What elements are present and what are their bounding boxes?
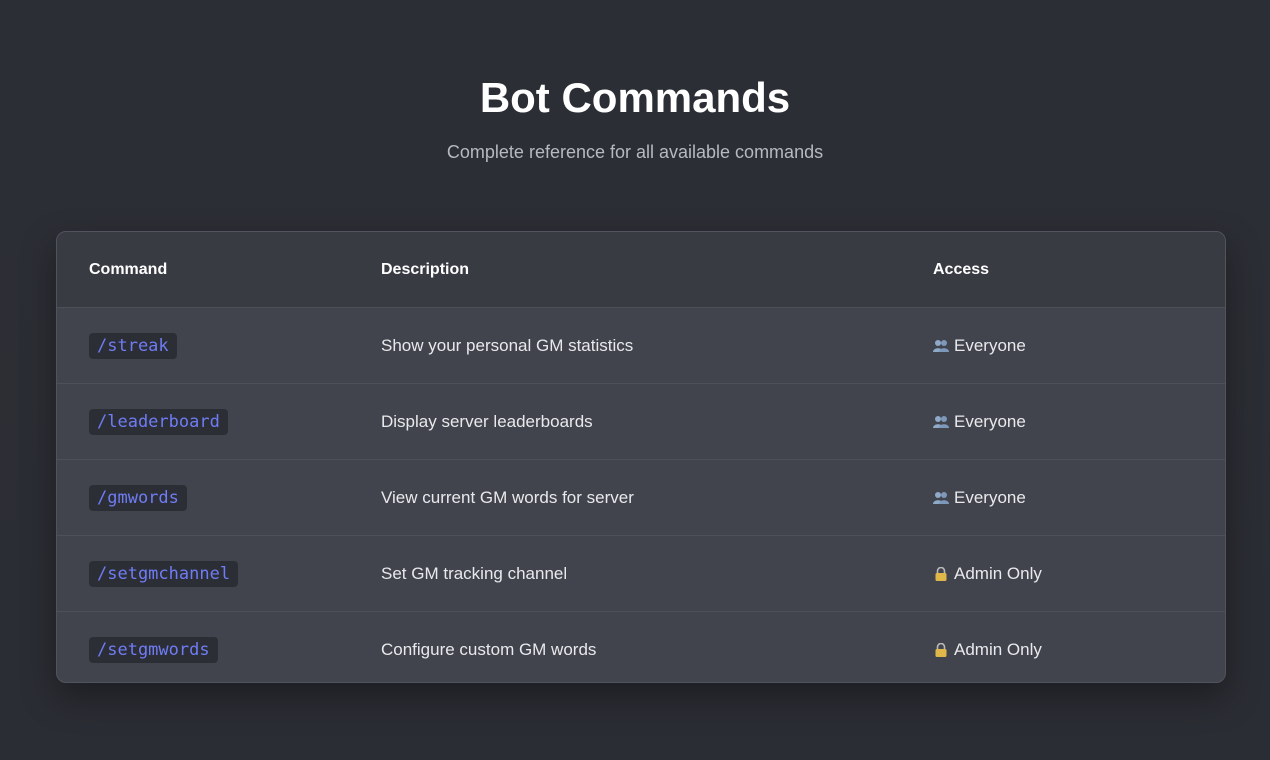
column-header-access: Access	[933, 260, 990, 278]
command-description: Set GM tracking channel	[381, 563, 568, 583]
command-description: Display server leaderboards	[381, 411, 593, 431]
lock-icon	[935, 566, 947, 581]
command-code: /gmwords	[89, 484, 187, 511]
lock-icon	[935, 642, 947, 657]
command-code: /setgmchannel	[89, 560, 239, 587]
people-icon	[933, 491, 949, 504]
column-header-description: Description	[381, 260, 470, 278]
access-label: Everyone	[954, 487, 1026, 507]
table-header-row: Command Description Access	[57, 232, 1225, 308]
command-code: /leaderboard	[89, 408, 228, 435]
page: Bot Commands Complete reference for all …	[0, 0, 1270, 760]
table-row: /streak Show your personal GM statistics…	[57, 308, 1225, 384]
table-row: /leaderboard Display server leaderboards…	[57, 384, 1225, 460]
table-row: /gmwords View current GM words for serve…	[57, 460, 1225, 536]
table-row: /setgmwords Configure custom GM words Ad…	[57, 612, 1225, 682]
page-subtitle: Complete reference for all available com…	[446, 142, 824, 162]
command-description: View current GM words for server	[381, 487, 634, 507]
column-header-command: Command	[89, 260, 168, 278]
access-label: Everyone	[954, 335, 1026, 355]
people-icon	[933, 415, 949, 428]
access-label: Admin Only	[954, 563, 1042, 583]
command-description: Show your personal GM statistics	[381, 335, 634, 355]
command-code: /setgmwords	[89, 636, 218, 663]
page-title: Bot Commands	[479, 74, 791, 121]
access-label: Everyone	[954, 411, 1026, 431]
table-row: /setgmchannel Set GM tracking channel Ad…	[57, 536, 1225, 612]
access-label: Admin Only	[954, 639, 1042, 659]
command-description: Configure custom GM words	[381, 639, 597, 659]
command-code: /streak	[89, 332, 177, 359]
commands-table: Command Description Access /streak Show …	[56, 231, 1226, 683]
people-icon	[933, 339, 949, 352]
